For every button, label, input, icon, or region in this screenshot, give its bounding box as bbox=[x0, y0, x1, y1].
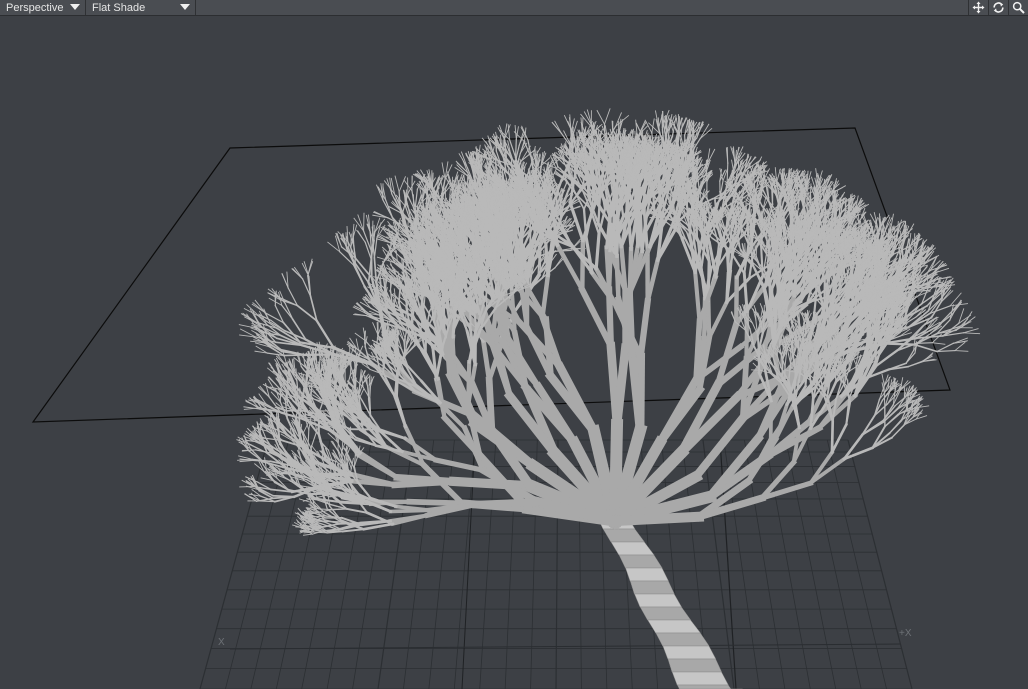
perspective-viewport[interactable]: X +X bbox=[0, 16, 1028, 689]
view-type-dropdown[interactable]: Perspective bbox=[0, 0, 86, 15]
rotate-icon[interactable] bbox=[988, 0, 1008, 15]
viewport-toolbar: Perspective Flat Shade bbox=[0, 0, 1028, 16]
shading-mode-dropdown[interactable]: Flat Shade bbox=[86, 0, 196, 15]
shading-mode-label: Flat Shade bbox=[92, 1, 146, 14]
view-type-label: Perspective bbox=[6, 1, 64, 14]
tree-branches bbox=[236, 108, 981, 536]
axis-label-neg-x: X bbox=[218, 637, 225, 648]
tree-trunk bbox=[596, 515, 743, 689]
chevron-down-icon bbox=[70, 4, 80, 10]
chevron-down-icon bbox=[180, 4, 190, 10]
axis-label-pos-x: +X bbox=[899, 628, 912, 639]
zoom-icon[interactable] bbox=[1008, 0, 1028, 15]
viewport-nav-icons bbox=[968, 0, 1028, 15]
viewport-canvas[interactable]: X +X bbox=[0, 16, 1028, 689]
move-icon[interactable] bbox=[968, 0, 988, 15]
